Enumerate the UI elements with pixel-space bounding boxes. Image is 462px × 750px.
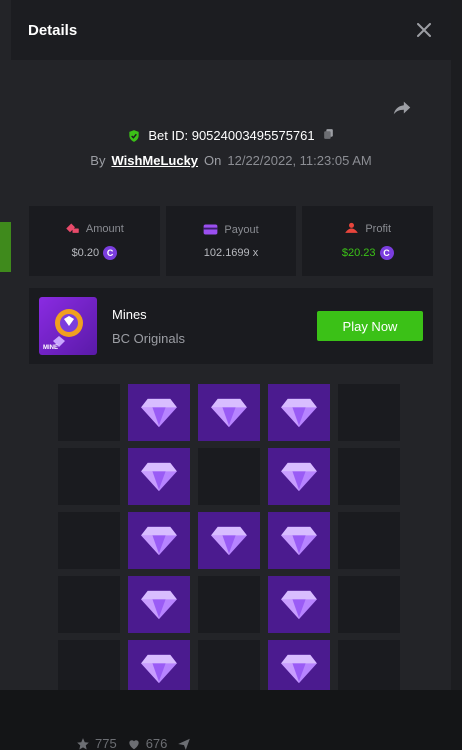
heart-icon [129,739,139,749]
game-thumbnail[interactable]: MINE [39,297,97,355]
mines-cell-empty[interactable] [198,576,260,633]
gem-icon [141,398,177,427]
background-right [450,0,462,750]
mines-cell-gem[interactable] [128,512,190,569]
modal-title: Details [28,21,78,39]
payout-label: Payout [224,223,259,236]
mines-cell-gem[interactable] [268,576,330,633]
wallet-icon [204,224,218,235]
mines-cell-empty[interactable] [58,576,120,633]
game-card: MINE Mines BC Originals Play Now [29,288,433,364]
amount-label-row: Amount [65,222,124,235]
mines-cell-empty[interactable] [58,384,120,441]
game-info: Mines BC Originals [112,307,317,346]
payout-value: 102.1699 x [203,247,259,259]
mines-cell-empty[interactable] [338,512,400,569]
mines-cell-gem[interactable] [198,384,260,441]
send-icon [178,738,191,750]
modal-header: Details [11,0,451,60]
payout-label-row: Payout [203,223,259,236]
mines-grid [58,384,400,690]
likes-count: 676 [145,736,168,750]
profit-stat: Profit $20.23 C [302,206,434,276]
copy-icon [323,129,333,139]
username-link[interactable]: WishMeLucky [111,153,198,168]
mines-cell-empty[interactable] [338,640,400,690]
close-icon [417,23,431,37]
star-icon [77,737,89,750]
footer-stats: 775 676 [76,736,191,750]
bet-id-row: Bet ID: 90524003495575761 [11,127,451,144]
profit-value: $20.23 [341,247,376,259]
gem-icon [281,398,317,427]
share-button[interactable] [391,97,413,119]
mines-cell-empty[interactable] [338,384,400,441]
mines-cell-empty[interactable] [58,640,120,690]
mines-cell-empty[interactable] [198,448,260,505]
background-footer [0,690,462,750]
mines-cell-empty[interactable] [198,640,260,690]
game-thumb-label: MINE [43,345,58,351]
game-name: Mines [112,306,147,322]
gem-icon [281,654,317,683]
bet-author-row: By WishMeLucky On 12/22/2022, 11:23:05 A… [11,153,451,168]
profit-label-row: Profit [344,222,391,235]
stars-stat: 775 [76,736,117,750]
gem-icon [141,462,177,491]
by-label: By [90,153,106,168]
mines-cell-gem[interactable] [268,640,330,690]
mines-cell-gem[interactable] [128,640,190,690]
payout-stat: Payout 102.1699 x [165,206,297,276]
amount-stat: Amount $0.20 C [29,206,160,276]
mines-cell-gem[interactable] [268,448,330,505]
amount-value-row: $0.20 C [72,246,118,260]
close-button[interactable] [414,20,434,40]
mines-cell-gem[interactable] [268,512,330,569]
gem-icon [211,526,247,555]
likes-stat: 676 [127,736,168,750]
mines-cell-empty[interactable] [338,576,400,633]
mines-cell-gem[interactable] [268,384,330,441]
profit-value-row: $20.23 C [342,246,394,260]
details-modal: Details Bet ID: 90524003495575761 By Wis… [11,0,451,690]
profit-icon [345,222,359,233]
gem-icon [141,590,177,619]
mines-cell-gem[interactable] [128,384,190,441]
amount-icon [66,223,79,233]
profit-label: Profit [365,222,392,235]
bet-id: Bet ID: 90524003495575761 [148,128,315,143]
coin-icon: C [103,246,118,260]
on-label: On [204,153,222,168]
gem-icon [281,590,317,619]
send-stat[interactable] [177,737,191,750]
bet-stats: Amount $0.20 C Payout 102.1699 x Profit … [29,206,434,276]
gem-icon [281,462,317,491]
play-now-button[interactable]: Play Now [317,311,423,341]
bet-datetime: 12/22/2022, 11:23:05 AM [227,153,372,168]
mines-cell-empty[interactable] [58,512,120,569]
mines-cell-gem[interactable] [128,448,190,505]
mines-cell-empty[interactable] [338,448,400,505]
shield-check-icon [129,129,140,142]
amount-label: Amount [85,222,124,235]
share-icon [393,101,411,115]
copy-button[interactable] [322,127,335,144]
mines-cell-empty[interactable] [58,448,120,505]
amount-value: $0.20 [71,247,100,259]
payout-value-row: 102.1699 x [204,247,258,259]
gem-icon [141,654,177,683]
gem-icon [141,526,177,555]
stars-count: 775 [95,736,117,750]
mines-cell-gem[interactable] [198,512,260,569]
mines-cell-gem[interactable] [128,576,190,633]
gem-icon [281,526,317,555]
game-provider: BC Originals [112,330,185,346]
gem-icon [211,398,247,427]
coin-icon: C [379,246,394,260]
